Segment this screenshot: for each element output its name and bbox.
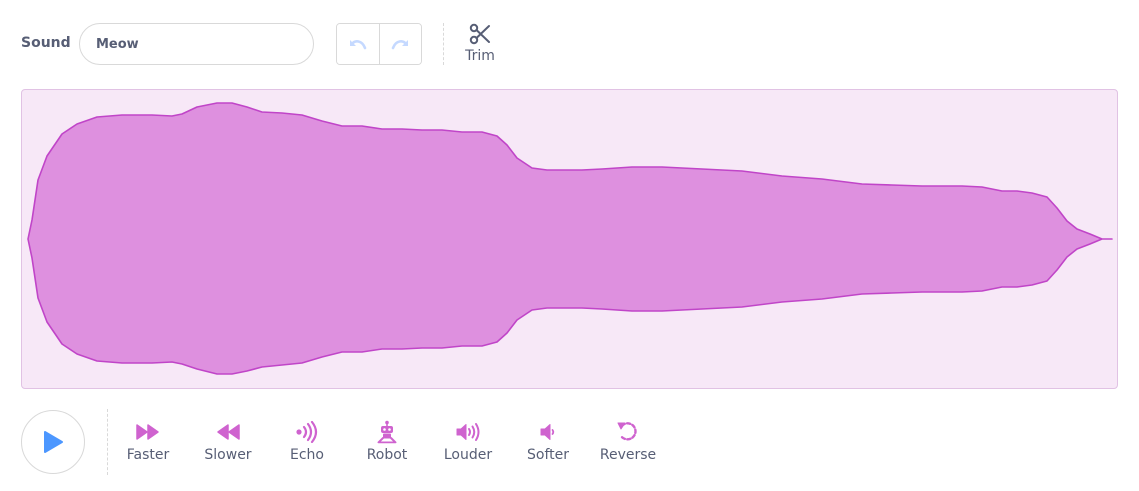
reverse-button[interactable]: Reverse	[588, 420, 668, 470]
sound-name-input[interactable]	[79, 23, 314, 65]
fast-forward-icon	[135, 420, 161, 444]
scissors-icon	[469, 23, 490, 45]
trim-button[interactable]: Trim	[455, 22, 505, 68]
slower-label: Slower	[204, 447, 252, 463]
waveform-shape	[27, 102, 1113, 375]
rewind-icon	[215, 420, 241, 444]
waveform-display[interactable]	[21, 89, 1118, 389]
echo-button[interactable]: Echo	[267, 420, 347, 470]
softer-label: Softer	[527, 447, 569, 463]
softer-icon	[539, 420, 557, 444]
echo-icon	[295, 420, 319, 444]
softer-button[interactable]: Softer	[508, 420, 588, 470]
louder-icon	[455, 420, 481, 444]
redo-icon	[392, 40, 409, 50]
reverse-label: Reverse	[599, 447, 657, 463]
undo-redo-group	[336, 23, 422, 65]
robot-icon	[376, 420, 398, 444]
robot-button[interactable]: Robot	[347, 420, 427, 470]
play-button[interactable]	[21, 410, 85, 474]
redo-button[interactable]	[378, 24, 421, 64]
reverse-icon	[616, 420, 640, 444]
louder-button[interactable]: Louder	[428, 420, 508, 470]
sound-name-label: Sound	[21, 35, 71, 51]
undo-button[interactable]	[337, 24, 379, 64]
trim-label: Trim	[465, 48, 495, 64]
waveform-graphic	[27, 102, 1113, 375]
undo-icon	[349, 40, 367, 50]
louder-label: Louder	[443, 447, 493, 463]
faster-button[interactable]: Faster	[108, 420, 188, 470]
slower-button[interactable]: Slower	[188, 420, 268, 470]
robot-label: Robot	[366, 447, 408, 463]
toolbar-divider	[443, 23, 444, 65]
echo-label: Echo	[290, 447, 324, 463]
sound-editor: Sound Trim	[0, 0, 1139, 491]
play-icon	[44, 431, 63, 453]
faster-label: Faster	[126, 447, 170, 463]
